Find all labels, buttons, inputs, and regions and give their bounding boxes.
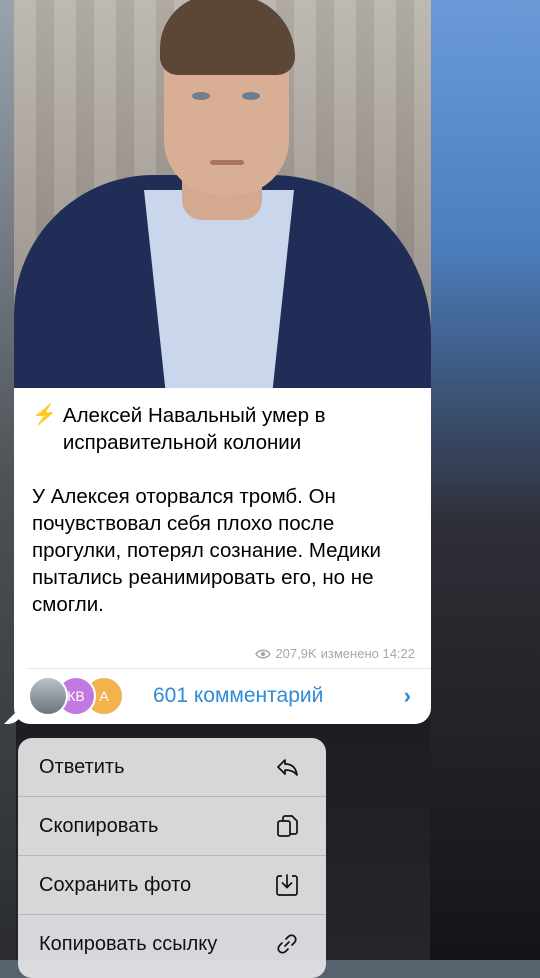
context-menu: Ответить Скопировать Сохранить фото Копи… (18, 738, 326, 978)
menu-item-label: Скопировать (39, 814, 159, 837)
menu-item-label: Копировать ссылку (39, 932, 218, 955)
save-photo-icon (276, 874, 298, 896)
chevron-right-icon: › (403, 683, 411, 708)
background-right (430, 0, 540, 960)
menu-item-copy-link[interactable]: Копировать ссылку (18, 915, 326, 973)
avatar (28, 676, 68, 716)
lightning-icon: ⚡ (32, 404, 57, 426)
commenter-avatars: КВ А (28, 669, 138, 723)
eye-icon (255, 649, 272, 658)
post-headline: ⚡ Алексей Навальный умер в исправительно… (32, 404, 326, 454)
comments-button[interactable]: КВ А 601 комментарий › (14, 669, 431, 723)
link-icon (277, 934, 297, 954)
menu-item-label: Ответить (39, 755, 125, 778)
post-text: ⚡ Алексей Навальный умер в исправительно… (32, 402, 422, 618)
post-body: У Алексея оторвался тромб. Он почувствов… (32, 485, 381, 616)
message-bubble[interactable]: ⚡ Алексей Навальный умер в исправительно… (14, 0, 431, 724)
post-meta: 207,9K изменено 14:22 (255, 646, 415, 661)
copy-icon (277, 815, 298, 837)
menu-item-copy[interactable]: Скопировать (18, 797, 326, 856)
menu-item-save-photo[interactable]: Сохранить фото (18, 856, 326, 915)
reply-icon (277, 759, 298, 776)
menu-item-label: Сохранить фото (39, 873, 192, 896)
view-count: 207,9K (275, 646, 317, 661)
comments-count-label: 601 комментарий (153, 684, 324, 707)
post-photo[interactable] (14, 0, 431, 388)
menu-item-reply[interactable]: Ответить (18, 738, 326, 797)
edited-time: изменено 14:22 (320, 646, 415, 661)
